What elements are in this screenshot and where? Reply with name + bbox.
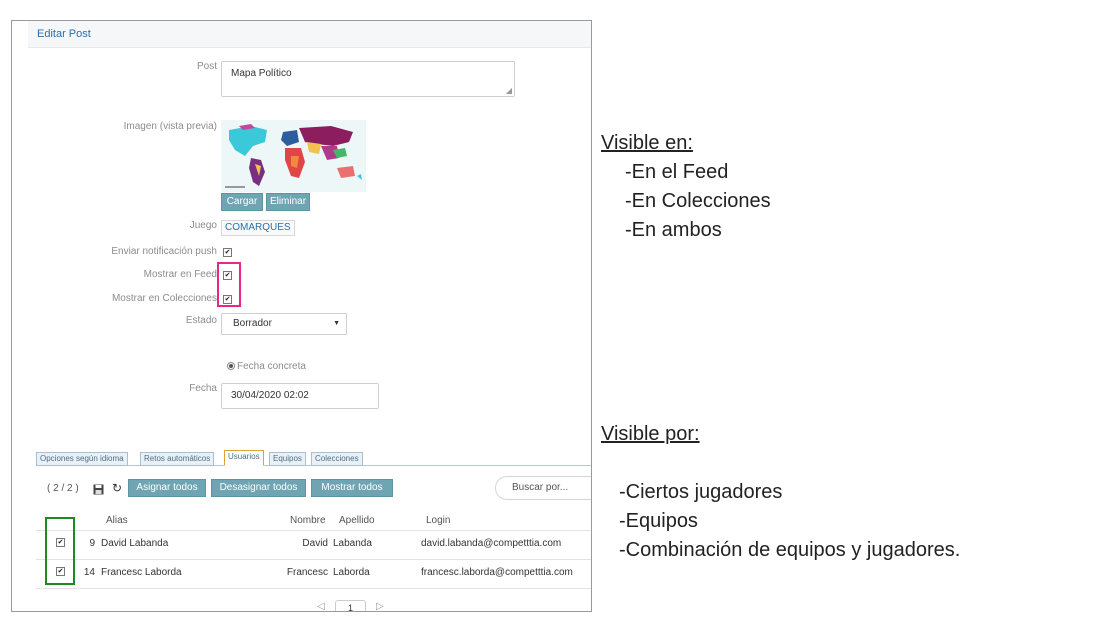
show-all-button[interactable]: Mostrar todos: [311, 479, 393, 497]
status-select[interactable]: Borrador ▼: [221, 313, 347, 335]
row-alias: Francesc Laborda: [101, 567, 182, 578]
game-label: Juego: [189, 220, 217, 231]
tab-language-options[interactable]: Opciones según idioma: [36, 452, 128, 466]
next-page-icon[interactable]: ▷: [376, 601, 384, 611]
status-value: Borrador: [233, 318, 272, 329]
edit-post-panel: Editar Post Post Mapa Político ◢ Imagen …: [11, 20, 592, 612]
header-alias[interactable]: Alias: [106, 515, 128, 526]
row-divider: [36, 559, 591, 560]
resize-handle-icon[interactable]: ◢: [506, 86, 512, 95]
upload-button[interactable]: Cargar: [221, 193, 263, 211]
save-icon[interactable]: [93, 482, 104, 495]
status-label: Estado: [185, 315, 217, 326]
page-input[interactable]: 1: [335, 600, 366, 611]
date-value: 30/04/2020 02:02: [231, 390, 309, 401]
row-id: 9: [89, 538, 95, 549]
row-apellido: Labanda: [333, 538, 372, 549]
row-nombre: David: [302, 538, 328, 549]
row-alias: David Labanda: [101, 538, 169, 549]
visible-por-heading: Visible por:: [601, 423, 700, 445]
visible-en-item: -En ambos: [625, 219, 722, 241]
header-divider: [36, 530, 591, 531]
assign-all-button[interactable]: Asignar todos: [128, 479, 206, 497]
selection-count: ( 2 / 2 ): [47, 483, 79, 494]
visible-en-item: -En el Feed: [625, 161, 729, 183]
prev-page-icon[interactable]: ◁: [317, 601, 325, 611]
panel-header: Editar Post: [28, 21, 591, 48]
push-label: Enviar notificación push: [111, 246, 217, 257]
date-input[interactable]: 30/04/2020 02:02: [221, 383, 379, 409]
row-nombre: Francesc: [286, 567, 328, 578]
image-label: Imagen (vista previa): [123, 121, 217, 132]
selected-rows-highlight: [45, 517, 75, 585]
row-apellido: Laborda: [333, 567, 370, 578]
row-id: 14: [83, 567, 95, 578]
search-placeholder: Buscar por...: [512, 482, 569, 493]
delete-button[interactable]: Eliminar: [266, 193, 310, 211]
row-login: david.labanda@competttia.com: [421, 538, 562, 549]
collections-label: Mostrar en Colecciones: [111, 293, 217, 304]
header-apellido[interactable]: Apellido: [339, 515, 375, 526]
panel-title: Editar Post: [37, 28, 91, 40]
visible-por-item: -Ciertos jugadores: [619, 481, 783, 503]
header-login[interactable]: Login: [426, 515, 450, 526]
date-radio[interactable]: [227, 362, 235, 370]
post-textarea[interactable]: Mapa Político ◢: [221, 61, 515, 97]
date-label: Fecha: [189, 383, 217, 394]
post-label: Post: [196, 61, 217, 72]
tab-collections[interactable]: Colecciones: [311, 452, 363, 466]
game-tag[interactable]: COMARQUES: [221, 220, 295, 236]
tab-teams[interactable]: Equipos: [269, 452, 306, 466]
feed-collections-highlight: [217, 262, 241, 307]
radio-label: Fecha concreta: [237, 361, 306, 372]
row-login: francesc.laborda@competttia.com: [421, 567, 573, 578]
feed-label: Mostrar en Feed: [143, 269, 217, 280]
visible-por-item: -Equipos: [619, 510, 698, 532]
visible-por-item: -Combinación de equipos y jugadores.: [619, 539, 961, 561]
row-divider: [36, 588, 591, 589]
search-input[interactable]: Buscar por...: [495, 476, 591, 500]
refresh-icon[interactable]: ↻: [112, 481, 122, 495]
visible-en-heading: Visible en:: [601, 132, 693, 154]
post-value: Mapa Político: [231, 68, 292, 79]
visible-en-item: -En Colecciones: [625, 190, 771, 212]
tab-auto-challenges[interactable]: Retos automáticos: [140, 452, 215, 466]
chevron-down-icon: ▼: [333, 320, 340, 327]
push-checkbox[interactable]: ✔: [223, 248, 232, 257]
world-map-preview: [221, 120, 366, 192]
header-nombre[interactable]: Nombre: [290, 515, 326, 526]
unassign-all-button[interactable]: Desasignar todos: [211, 479, 306, 497]
tab-users[interactable]: Usuarios: [224, 450, 264, 466]
